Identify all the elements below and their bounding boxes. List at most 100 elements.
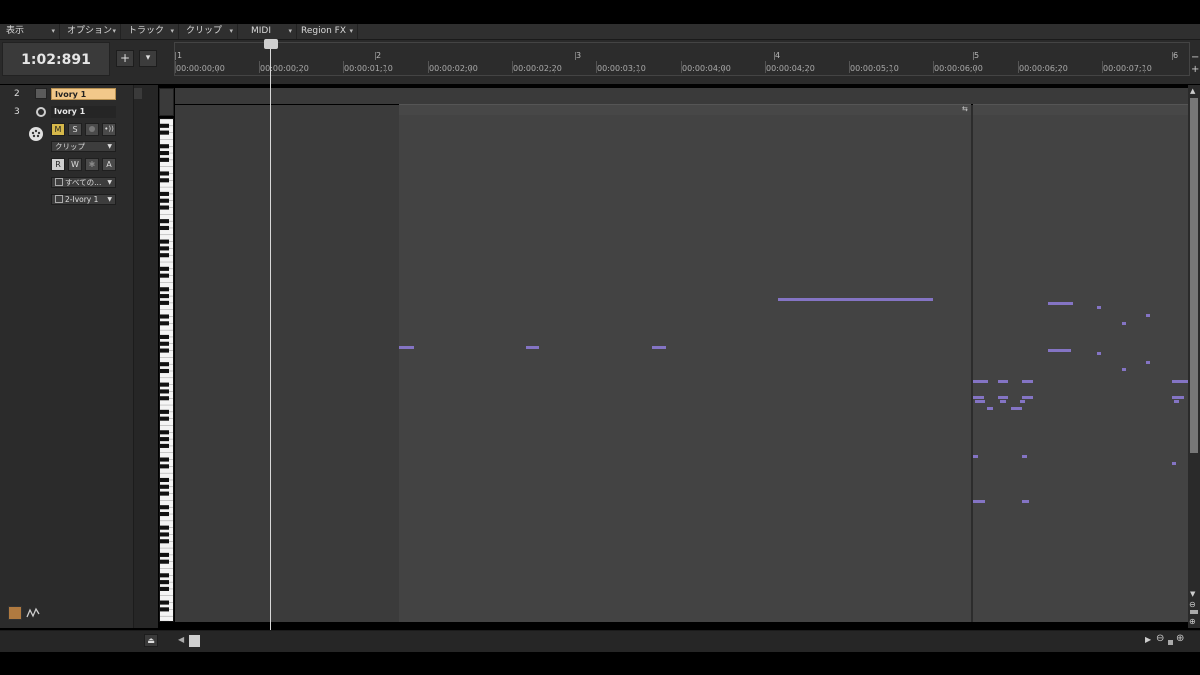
read-automation-button[interactable]: R bbox=[51, 158, 65, 171]
write-automation-button[interactable]: W bbox=[68, 158, 82, 171]
zoom-out-ruler-icon[interactable]: − bbox=[1191, 52, 1199, 63]
scroll-right-icon[interactable]: ▶ bbox=[1145, 635, 1151, 644]
midi-note[interactable] bbox=[1020, 400, 1025, 403]
piano-keyboard[interactable] bbox=[159, 118, 174, 622]
midi-note[interactable] bbox=[1172, 380, 1188, 383]
midi-note[interactable] bbox=[399, 346, 414, 349]
midi-note[interactable] bbox=[652, 346, 666, 349]
midi-note[interactable] bbox=[973, 455, 978, 458]
menu-midi[interactable]: MIDI ▾ bbox=[239, 24, 297, 39]
midi-note[interactable] bbox=[1174, 400, 1179, 403]
chevron-down-icon: ▾ bbox=[349, 27, 353, 35]
freeze-icon[interactable]: ✱ bbox=[85, 158, 99, 171]
input-select[interactable]: すべての... ▼ bbox=[51, 177, 116, 188]
midi-note[interactable] bbox=[1097, 352, 1101, 355]
chevron-down-icon: ▾ bbox=[288, 27, 292, 35]
menu-track[interactable]: トラック ▾ bbox=[122, 24, 179, 39]
midi-note[interactable] bbox=[998, 396, 1008, 399]
zoom-in-horizontal-icon[interactable]: ⊕ bbox=[1176, 633, 1184, 644]
now-time-cursor bbox=[270, 44, 271, 632]
scroll-down-icon[interactable]: ▼ bbox=[1190, 590, 1195, 598]
track-name-field[interactable]: Ivory 1 bbox=[51, 106, 116, 118]
add-button[interactable]: + bbox=[116, 50, 134, 67]
midi-note[interactable] bbox=[1022, 455, 1027, 458]
transport-dropdown-button[interactable]: ▾ bbox=[139, 50, 157, 67]
midi-note[interactable] bbox=[1022, 396, 1033, 399]
midi-note[interactable] bbox=[1122, 368, 1126, 371]
horizontal-scroll-thumb[interactable] bbox=[189, 635, 200, 647]
menu-options[interactable]: オプション ▾ bbox=[61, 24, 121, 39]
track-strip bbox=[133, 85, 158, 628]
vertical-scroll-thumb[interactable] bbox=[1190, 98, 1198, 453]
menu-clip-label: クリップ bbox=[186, 26, 223, 36]
midi-note[interactable] bbox=[998, 380, 1008, 383]
midi-note[interactable] bbox=[973, 396, 984, 399]
midi-note[interactable] bbox=[1097, 306, 1101, 309]
menu-region-fx[interactable]: Region FX ▾ bbox=[298, 24, 358, 39]
midi-note[interactable] bbox=[1011, 407, 1022, 410]
mute-button[interactable]: M bbox=[51, 123, 65, 136]
track-mode-select[interactable]: クリップ ▼ bbox=[51, 141, 116, 152]
instrument-track-icon bbox=[35, 88, 47, 99]
scroll-left-icon[interactable]: ◀ bbox=[178, 635, 184, 644]
menu-view[interactable]: 表示 ▾ bbox=[0, 24, 60, 39]
scroll-up-icon[interactable]: ▲ bbox=[1190, 87, 1195, 95]
piano-roll-grid[interactable] bbox=[399, 105, 1188, 622]
midi-note[interactable] bbox=[526, 346, 539, 349]
track-number: 2 bbox=[14, 89, 20, 99]
midi-note[interactable] bbox=[1022, 500, 1029, 503]
zoom-in-vertical-icon[interactable]: ⊕ bbox=[1189, 617, 1196, 626]
zoom-out-horizontal-icon[interactable]: ⊖ bbox=[1156, 633, 1164, 644]
midi-plug-icon bbox=[28, 126, 44, 142]
midi-note[interactable] bbox=[973, 500, 985, 503]
automation-lane-icon[interactable] bbox=[26, 606, 40, 620]
solo-button[interactable]: S bbox=[68, 123, 82, 136]
output-select[interactable]: 2-Ivory 1 ▼ bbox=[51, 194, 116, 205]
chevron-down-icon: ▼ bbox=[107, 179, 112, 186]
midi-note[interactable] bbox=[1172, 462, 1176, 465]
chevron-down-icon: ▾ bbox=[170, 27, 174, 35]
midi-note[interactable] bbox=[1146, 361, 1150, 364]
input-echo-button[interactable]: •)) bbox=[102, 123, 116, 136]
archive-button[interactable]: A bbox=[102, 158, 116, 171]
clip-options-icon[interactable]: ⇆ bbox=[962, 105, 971, 114]
midi-note[interactable] bbox=[1048, 349, 1071, 352]
midi-note[interactable] bbox=[975, 400, 985, 403]
ruler-bar-label: 6 bbox=[1173, 51, 1179, 60]
zoom-out-vertical-icon[interactable]: ⊖ bbox=[1189, 600, 1196, 609]
midi-note[interactable] bbox=[1048, 302, 1073, 305]
zoom-in-ruler-icon[interactable]: + bbox=[1191, 64, 1199, 75]
clip-header[interactable] bbox=[973, 104, 1188, 115]
time-display[interactable]: 1:02:891 bbox=[2, 42, 110, 76]
menu-midi-label: MIDI bbox=[251, 26, 272, 36]
menu-bar: 表示 ▾ オプション ▾ トラック ▾ クリップ ▾ MIDI ▾ Region FX ▾ bbox=[0, 24, 1200, 40]
midi-note[interactable] bbox=[1146, 314, 1150, 317]
chevron-down-icon: ▾ bbox=[51, 27, 55, 35]
vertical-zoom-slider[interactable] bbox=[1190, 610, 1198, 614]
clip-header[interactable] bbox=[399, 104, 971, 115]
midi-note[interactable] bbox=[1000, 400, 1006, 403]
keyboard-scroll-icon[interactable] bbox=[159, 88, 174, 116]
midi-note[interactable] bbox=[1022, 380, 1033, 383]
menu-options-label: オプション bbox=[67, 26, 113, 36]
track-mode-value: クリップ bbox=[55, 142, 85, 151]
eject-icon[interactable]: ⏏ bbox=[144, 634, 158, 647]
record-arm-button[interactable] bbox=[85, 123, 99, 136]
menu-clip[interactable]: クリップ ▾ bbox=[180, 24, 238, 39]
track-view-icon[interactable] bbox=[8, 606, 22, 620]
midi-note[interactable] bbox=[973, 380, 988, 383]
menu-view-label: 表示 bbox=[6, 26, 25, 36]
midi-note[interactable] bbox=[987, 407, 993, 410]
ruler-bar-label: 3 bbox=[576, 51, 582, 60]
timeline-ruler[interactable]: 1 2 3 4 5 6 00:00:00;00 00:00:00;20 00:0… bbox=[174, 42, 1190, 76]
horizontal-zoom-slider[interactable] bbox=[1168, 640, 1173, 645]
ruler-bar-label: 1 bbox=[177, 51, 183, 60]
speaker-icon: •)) bbox=[104, 125, 114, 133]
now-time-marker[interactable] bbox=[264, 39, 278, 49]
piano-roll-empty-area[interactable] bbox=[175, 105, 399, 622]
midi-note[interactable] bbox=[778, 298, 933, 301]
midi-note[interactable] bbox=[1172, 396, 1184, 399]
midi-note[interactable] bbox=[1122, 322, 1126, 325]
output-value: 2-Ivory 1 bbox=[65, 195, 99, 204]
track-name-field[interactable]: Ivory 1 bbox=[51, 88, 116, 100]
